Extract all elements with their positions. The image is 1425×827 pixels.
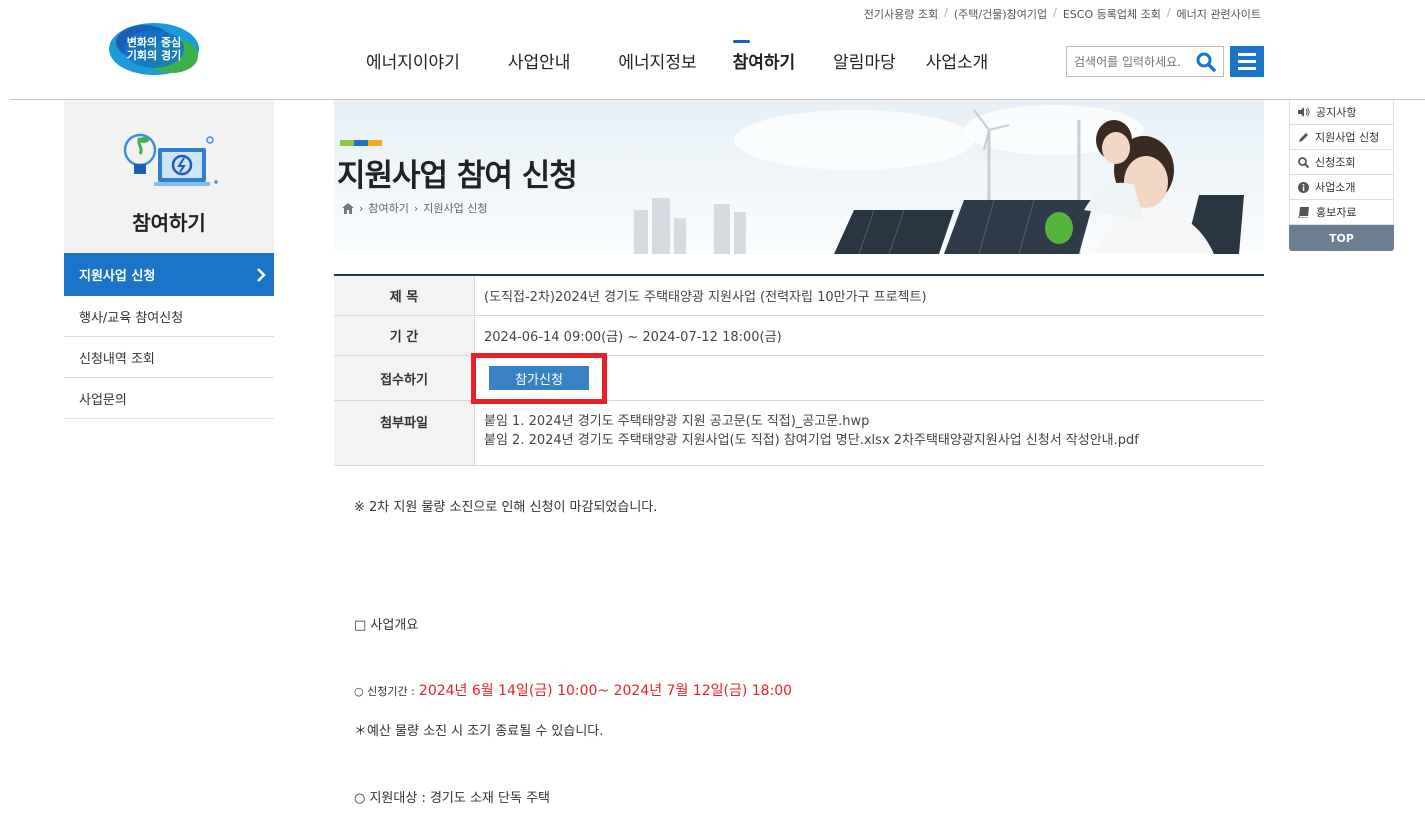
period-label: 기 간: [334, 316, 474, 355]
table-row: 제 목 (도직접-2차)2024년 경기도 주택태양광 지원사업 (전력자립 1…: [334, 276, 1264, 316]
table-row: 기 간 2024-06-14 09:00(금) ~ 2024-07-12 18:…: [334, 316, 1264, 356]
quick-item-promotion[interactable]: 홍보자료: [1289, 200, 1394, 225]
color-bar-orange: [368, 140, 382, 146]
table-row: 접수하기 참가신청: [334, 352, 1264, 404]
color-bar-green: [340, 140, 354, 146]
site-logo[interactable]: 변화의 중심 기회의 경기: [108, 22, 200, 76]
menu-icon-bar: [1238, 67, 1256, 70]
separator: /: [1053, 6, 1057, 19]
period-value: 2024-06-14 09:00(금) ~ 2024-07-12 18:00(금…: [474, 316, 1264, 355]
scroll-top-button[interactable]: TOP: [1289, 225, 1394, 251]
period-prefix: ○ 신청기간 :: [354, 685, 415, 698]
title-color-bar: [340, 140, 382, 146]
early-close-note: ＊예산 물량 소진 시 조기 종료될 수 있습니다.: [354, 724, 604, 739]
attachment-link[interactable]: 붙임 1. 2024년 경기도 주택태양광 지원 공고문(도 직접)_공고문.h…: [484, 412, 1264, 431]
sidebar-item-label: 신청내역 조회: [79, 351, 155, 367]
breadcrumb-separator: ›: [413, 201, 419, 215]
sidebar-item-event-apply[interactable]: 행사/교육 참여신청: [64, 296, 274, 337]
quick-item-label: 지원사업 신청: [1315, 131, 1380, 144]
breadcrumb-item-current: 지원사업 신청: [423, 202, 488, 215]
apply-label: 접수하기: [334, 356, 474, 400]
highlight-box: 참가신청: [471, 352, 607, 404]
nav-about[interactable]: 사업소개: [926, 48, 989, 73]
overview-heading: □ 사업개요: [354, 618, 419, 633]
nav-energy-info[interactable]: 에너지정보: [618, 48, 696, 73]
utility-link-partners[interactable]: (주택/건물)참여기업: [954, 6, 1047, 22]
application-period-line: ○ 신청기간 : 2024년 6월 14일(금) 10:00~ 2024년 7월…: [354, 680, 792, 700]
files-list: 붙임 1. 2024년 경기도 주택태양광 지원 공고문(도 직접)_공고문.h…: [474, 401, 1264, 465]
sidebar-item-support-apply[interactable]: 지원사업 신청: [64, 253, 274, 296]
attachment-link[interactable]: 붙임 2. 2024년 경기도 주택태양광 지원사업(도 직접) 참여기업 명단…: [484, 431, 1264, 450]
nav-notice[interactable]: 알림마당: [833, 48, 896, 73]
apply-button[interactable]: 참가신청: [489, 366, 589, 390]
utility-link-usage[interactable]: 전기사용량 조회: [864, 6, 938, 22]
separator: /: [944, 6, 948, 19]
period-highlight: 2024년 6월 14일(금) 10:00~ 2024년 7월 12일(금) 1…: [418, 683, 793, 699]
target-line: ○ 지원대상 : 경기도 소재 단독 주택: [354, 791, 550, 806]
search-button[interactable]: [1191, 47, 1221, 76]
quick-item-lookup[interactable]: 신청조회: [1289, 150, 1394, 175]
sidebar-menu: 지원사업 신청 행사/교육 참여신청 신청내역 조회 사업문의: [64, 253, 274, 419]
color-bar-blue: [354, 140, 368, 146]
page-title: 지원사업 참여 신청: [337, 158, 578, 194]
logo-line-1: 변화의 중심: [126, 36, 182, 49]
nav-business-info[interactable]: 사업안내: [508, 48, 571, 73]
quick-item-support-apply[interactable]: 지원사업 신청: [1289, 125, 1394, 150]
quick-item-label: 홍보자료: [1316, 206, 1357, 219]
breadcrumb-item-participate[interactable]: 참여하기: [368, 200, 408, 216]
nav-energy-story[interactable]: 에너지이야기: [366, 48, 460, 73]
chevron-right-icon: [257, 267, 266, 282]
application-detail-table: 제 목 (도직접-2차)2024년 경기도 주택태양광 지원사업 (전력자립 1…: [334, 274, 1264, 466]
quick-item-label: 사업소개: [1315, 181, 1356, 194]
menu-icon-bar: [1238, 60, 1256, 63]
quick-item-notice[interactable]: 공지사항: [1289, 100, 1394, 125]
separator: /: [1166, 6, 1171, 19]
utility-link-esco[interactable]: ESCO 등록업체 조회: [1063, 6, 1161, 22]
breadcrumb: › 참여하기 › 지원사업 신청: [342, 200, 488, 216]
sidebar-item-label: 행사/교육 참여신청: [79, 310, 184, 326]
nav-participate[interactable]: 참여하기: [732, 40, 795, 73]
search-input[interactable]: [1067, 47, 1191, 76]
table-row: 첨부파일 붙임 1. 2024년 경기도 주택태양광 지원 공고문(도 직접)_…: [334, 401, 1264, 466]
pencil-icon: [1299, 132, 1308, 142]
magnifier-icon: [1298, 156, 1309, 168]
closing-notice: ※ 2차 지원 물량 소진으로 인해 신청이 마감되었습니다.: [354, 500, 658, 515]
home-icon[interactable]: [342, 202, 354, 214]
search-box: [1066, 46, 1224, 77]
participate-illustration-icon: [123, 133, 218, 186]
utility-link-related-sites[interactable]: 에너지 관련사이트: [1177, 6, 1261, 22]
quick-item-label: 공지사항: [1316, 106, 1357, 119]
hamburger-menu-button[interactable]: [1230, 46, 1264, 77]
info-icon: [1298, 181, 1309, 193]
sidebar-item-label: 사업문의: [79, 392, 127, 408]
sidebar-item-inquiry[interactable]: 사업문의: [64, 378, 274, 419]
utility-links: 전기사용량 조회 / (주택/건물)참여기업 / ESCO 등록업체 조회 / …: [864, 6, 1261, 22]
quick-menu: 공지사항 지원사업 신청 신청조회 사업소개 홍보자료 TOP: [1289, 100, 1394, 251]
sidebar-item-history[interactable]: 신청내역 조회: [64, 337, 274, 378]
book-icon: [1298, 206, 1309, 218]
main-nav: 에너지이야기 사업안내 에너지정보 참여하기 알림마당 사업소개: [366, 40, 989, 73]
speaker-icon: [1298, 107, 1310, 117]
quick-item-label: 신청조회: [1315, 156, 1356, 169]
logo-line-2: 기회의 경기: [126, 49, 182, 62]
sidebar-title: 참여하기: [132, 211, 206, 235]
logo-text: 변화의 중심 기회의 경기: [108, 22, 200, 76]
subject-value: (도직접-2차)2024년 경기도 주택태양광 지원사업 (전력자립 10만가구…: [474, 276, 1264, 315]
sidebar-item-label: 지원사업 신청: [79, 269, 156, 284]
subject-label: 제 목: [334, 276, 474, 315]
menu-icon-bar: [1238, 53, 1256, 56]
search-icon: [1196, 52, 1216, 72]
apply-cell: 참가신청: [471, 352, 1264, 404]
files-label: 첨부파일: [334, 401, 474, 465]
quick-item-about[interactable]: 사업소개: [1289, 175, 1394, 200]
breadcrumb-separator: ›: [359, 201, 364, 215]
